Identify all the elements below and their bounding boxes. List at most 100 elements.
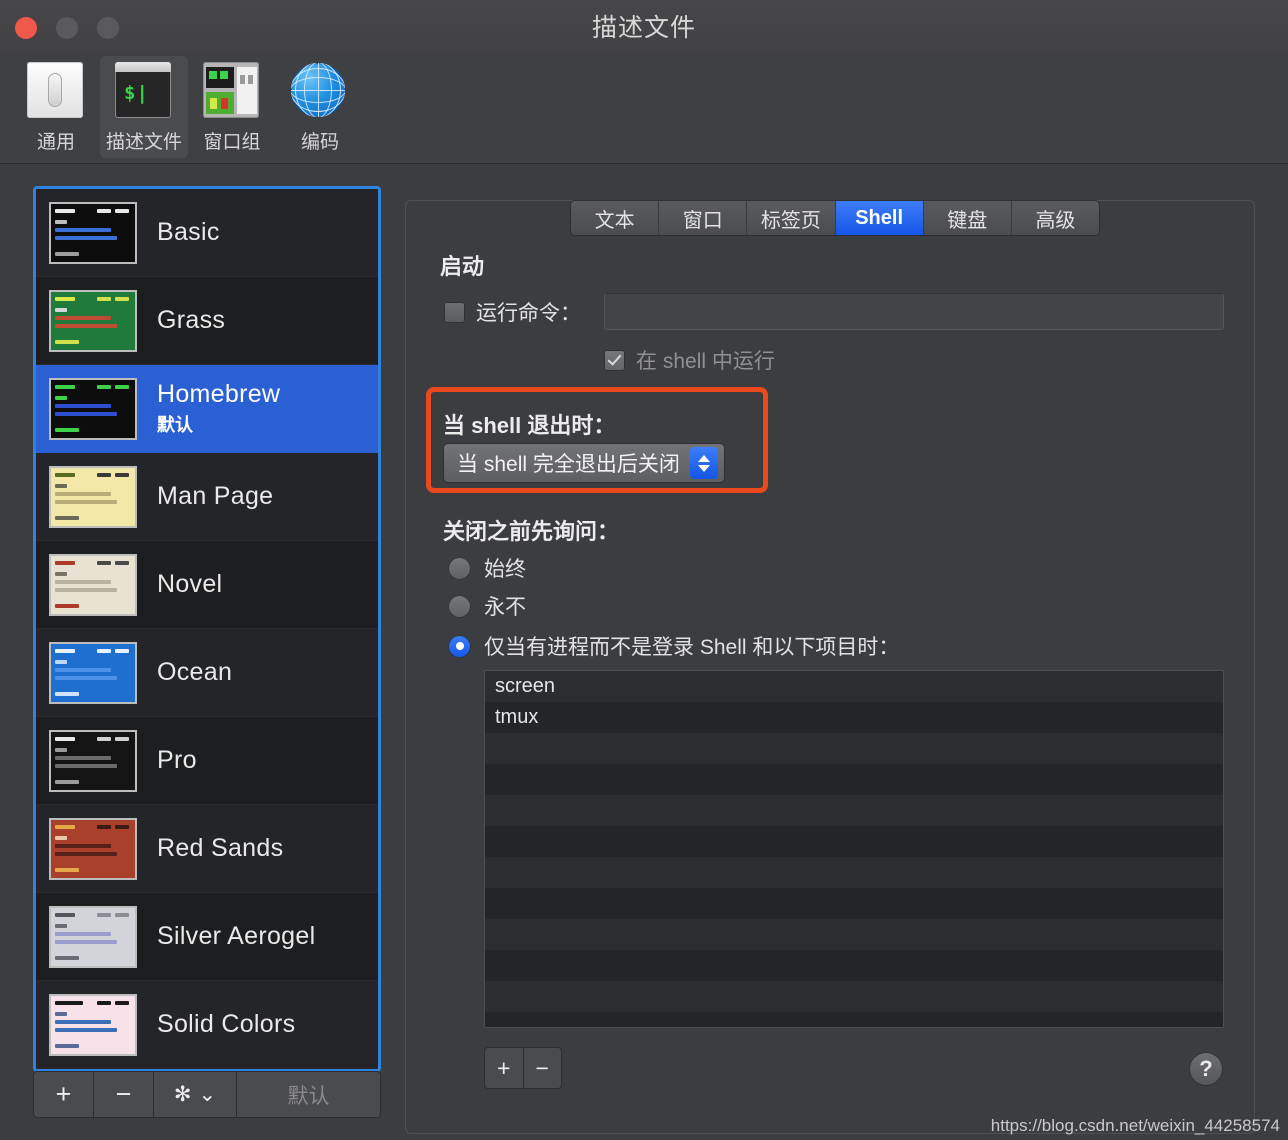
- chevron-down-icon: ⌄: [198, 1083, 217, 1106]
- list-item-empty: [485, 950, 1223, 981]
- list-item[interactable]: Silver Aerogel: [36, 893, 378, 981]
- profile-name: Ocean: [157, 658, 233, 686]
- list-item[interactable]: Solid Colors: [36, 981, 378, 1069]
- list-item[interactable]: Man Page: [36, 453, 378, 541]
- preferences-toolbar: 通用 $| 描述文件 窗口组 编码: [0, 56, 1288, 164]
- list-item-empty: [485, 1012, 1223, 1027]
- list-item-empty: [485, 888, 1223, 919]
- profiles-preferences-window: 描述文件 通用 $| 描述文件 窗口组 编码 Basic Grass Homeb…: [0, 0, 1288, 1140]
- terminal-icon: $|: [115, 62, 173, 120]
- list-item[interactable]: Novel: [36, 541, 378, 629]
- process-list-toolbar: + −: [484, 1047, 562, 1089]
- shell-exit-popup-button[interactable]: 当 shell 完全退出后关闭: [443, 443, 725, 483]
- profile-thumbnail: [49, 905, 137, 968]
- profile-thumbnail: [49, 993, 137, 1056]
- toolbar-item-profiles-label: 描述文件: [105, 132, 182, 153]
- ask-option-never[interactable]: 永不: [448, 591, 526, 621]
- profile-name: Pro: [157, 746, 197, 774]
- list-item-empty: [485, 857, 1223, 888]
- toolbar-item-encodings[interactable]: 编码: [276, 56, 364, 158]
- minus-icon: −: [535, 1054, 549, 1081]
- toggle-switch-icon: [27, 62, 85, 120]
- profile-name: Grass: [157, 306, 226, 334]
- profile-thumbnail: [49, 201, 137, 264]
- ask-option-always[interactable]: 始终: [448, 553, 526, 583]
- toolbar-item-general-label: 通用: [36, 132, 75, 153]
- ask-before-closing-heading: 关闭之前先询问：: [443, 519, 620, 544]
- profile-thumbnail: [49, 289, 137, 352]
- profile-name-block: Novel: [157, 570, 222, 599]
- shell-exit-heading: 当 shell 退出时：: [443, 413, 616, 438]
- ask-option-only-processes-label: 仅当有进程而不是登录 Shell 和以下项目时：: [484, 636, 900, 659]
- radio-never[interactable]: [448, 594, 471, 618]
- profile-thumbnail: [49, 465, 137, 528]
- list-item-empty: [485, 733, 1223, 764]
- ask-option-only-processes[interactable]: 仅当有进程而不是登录 Shell 和以下项目时：: [448, 631, 899, 661]
- toolbar-item-profiles[interactable]: $| 描述文件: [100, 56, 188, 158]
- help-button[interactable]: ?: [1189, 1052, 1223, 1086]
- profile-name: Basic: [157, 218, 220, 246]
- add-profile-button[interactable]: +: [34, 1072, 94, 1117]
- tab-text[interactable]: 文本: [571, 201, 660, 235]
- profile-name: Novel: [157, 570, 223, 598]
- run-in-shell-checkbox[interactable]: [604, 349, 625, 371]
- profile-name: Red Sands: [157, 834, 284, 862]
- list-item[interactable]: Red Sands: [36, 805, 378, 893]
- toolbar-item-general[interactable]: 通用: [12, 56, 100, 158]
- profile-default-badge: 默认: [157, 415, 193, 435]
- tab-shell[interactable]: Shell: [835, 201, 924, 235]
- list-item[interactable]: Basic: [36, 189, 378, 277]
- profile-name: Homebrew: [157, 380, 281, 408]
- list-item[interactable]: Grass: [36, 277, 378, 365]
- profile-thumbnail: [49, 553, 137, 616]
- question-mark-icon: ?: [1199, 1056, 1213, 1081]
- run-in-shell-row: 在 shell 中运行: [604, 345, 775, 375]
- profile-name-block: Ocean: [157, 658, 232, 687]
- toolbar-item-window-groups[interactable]: 窗口组: [188, 56, 276, 158]
- list-item[interactable]: Homebrew 默认: [36, 365, 378, 453]
- profile-thumbnail: [49, 377, 137, 440]
- profile-name-block: Homebrew 默认: [157, 380, 280, 437]
- add-process-button[interactable]: +: [485, 1048, 524, 1088]
- profile-list[interactable]: Basic Grass Homebrew 默认 Man Page Novel O…: [33, 186, 381, 1072]
- shell-exit-popup-value: 当 shell 完全退出后关闭: [457, 453, 680, 476]
- window-group-icon: [203, 62, 261, 120]
- run-in-shell-label: 在 shell 中运行: [636, 350, 775, 373]
- remove-process-button[interactable]: −: [524, 1048, 562, 1088]
- startup-heading: 启动: [440, 254, 485, 279]
- run-command-label: 运行命令：: [476, 302, 581, 325]
- list-item[interactable]: screen: [485, 671, 1223, 702]
- popup-chevron-icon: [689, 447, 718, 479]
- list-item[interactable]: tmux: [485, 702, 1223, 733]
- remove-profile-button[interactable]: −: [94, 1072, 154, 1117]
- ask-option-always-label: 始终: [484, 558, 526, 581]
- tab-window[interactable]: 窗口: [659, 201, 748, 235]
- list-item-empty: [485, 764, 1223, 795]
- profile-name-block: Red Sands: [157, 834, 283, 863]
- process-exception-list[interactable]: screen tmux: [484, 670, 1224, 1028]
- settings-tab-bar: 文本 窗口 标签页 Shell 键盘 高级: [570, 200, 1100, 236]
- list-item-empty: [485, 919, 1223, 950]
- window-title: 描述文件: [591, 14, 696, 42]
- radio-always[interactable]: [448, 556, 471, 580]
- list-item[interactable]: Pro: [36, 717, 378, 805]
- profile-thumbnail: [49, 641, 137, 704]
- title-bar: 描述文件: [0, 0, 1288, 56]
- profile-name-block: Grass: [157, 306, 225, 335]
- profile-thumbnail: [49, 729, 137, 792]
- list-item[interactable]: Ocean: [36, 629, 378, 717]
- profile-name-block: Solid Colors: [157, 1010, 295, 1039]
- list-item-empty: [485, 981, 1223, 1012]
- run-command-checkbox[interactable]: [444, 301, 465, 323]
- run-command-input[interactable]: [604, 293, 1224, 330]
- set-default-button[interactable]: 默认: [237, 1072, 380, 1117]
- tab-tab[interactable]: 标签页: [747, 201, 836, 235]
- tab-keyboard[interactable]: 键盘: [924, 201, 1012, 235]
- profile-actions-menu-button[interactable]: ✻ ⌄: [154, 1072, 237, 1117]
- ask-option-never-label: 永不: [484, 596, 526, 619]
- toolbar-item-window-groups-label: 窗口组: [203, 132, 261, 153]
- radio-only-processes[interactable]: [448, 634, 471, 658]
- profile-thumbnail: [49, 817, 137, 880]
- profile-list-toolbar: + − ✻ ⌄ 默认: [33, 1071, 381, 1118]
- tab-advanced[interactable]: 高级: [1012, 201, 1099, 235]
